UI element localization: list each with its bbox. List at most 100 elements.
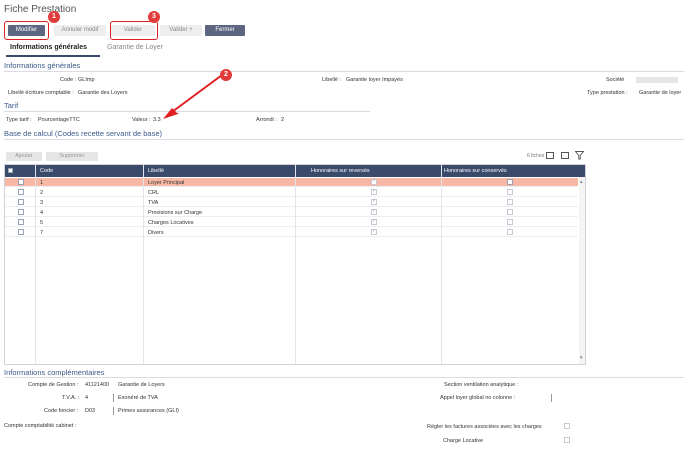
- code-label: Code :: [60, 77, 77, 83]
- code-foncier-field-separator: [113, 407, 114, 415]
- section-ventilation-label: Section ventilation analytique :: [444, 382, 519, 388]
- row-checkbox[interactable]: [18, 209, 24, 215]
- type-tarif-label: Type tarif :: [6, 117, 32, 123]
- supprimer-button[interactable]: Supprimer: [46, 152, 98, 161]
- compte-cabinet-label: Compte comptabilité cabinet :: [4, 423, 77, 429]
- tab-garantie-de-loyer[interactable]: Garantie de Loyer: [107, 44, 163, 51]
- regler-factures-label: Régler les factures associées avec les c…: [427, 424, 542, 430]
- ajouter-button[interactable]: Ajouter: [6, 152, 42, 161]
- column-divider: [295, 165, 296, 364]
- appel-loyer-field[interactable]: [551, 394, 552, 402]
- tva-value: Exonéré de TVA: [118, 395, 158, 401]
- charge-locative-label: Charge Locative: [443, 438, 484, 444]
- scroll-up-icon[interactable]: ▴: [580, 179, 583, 185]
- arrondi-label: Arrondi :: [256, 117, 277, 123]
- type-prestation-value: Garantie de loyer: [639, 90, 682, 96]
- scroll-down-icon[interactable]: ▾: [580, 355, 583, 361]
- fermer-button[interactable]: Fermer: [205, 25, 245, 36]
- code-foncier-code: D03: [85, 408, 96, 414]
- row-libelle: CRL: [148, 189, 160, 196]
- libelle-label: Libellé :: [322, 77, 341, 83]
- valider-plus-button[interactable]: Valider +: [160, 25, 202, 36]
- export-icon[interactable]: [546, 152, 554, 159]
- section-informations-generales: Informations générales: [4, 61, 81, 70]
- filter-icon[interactable]: [575, 151, 584, 160]
- charge-locative-checkbox[interactable]: [564, 437, 570, 443]
- table-row[interactable]: 7 Divers: [5, 228, 578, 237]
- col-code: Code: [40, 168, 54, 174]
- libelle-value: Garantie loyer Impayés: [346, 77, 403, 83]
- highlight-box-1: [4, 21, 49, 40]
- row-checkbox[interactable]: [18, 189, 24, 195]
- select-all-checkbox[interactable]: [8, 168, 13, 173]
- active-tab-indicator: [6, 55, 100, 57]
- row-code: 4: [40, 209, 44, 216]
- row-checkbox[interactable]: [18, 219, 24, 225]
- columns-icon[interactable]: [561, 152, 569, 159]
- reverses-checkbox[interactable]: [371, 208, 377, 215]
- column-divider: [143, 165, 144, 364]
- section-informations-complementaires: Informations complémentaires: [4, 368, 105, 377]
- section-tarif: Tarif: [4, 101, 19, 110]
- step-badge-3: 3: [148, 11, 160, 23]
- tva-label: T.V.A. :: [62, 395, 80, 401]
- complement-divider: [4, 377, 684, 378]
- table-row[interactable]: 2 CRL: [5, 188, 578, 197]
- row-code: 5: [40, 219, 44, 226]
- reverses-checkbox[interactable]: [371, 198, 377, 205]
- row-code: 1: [40, 179, 44, 186]
- row-code: 7: [40, 229, 44, 236]
- row-libelle: Provisions sur Charge: [148, 209, 203, 216]
- annuler-modif-button[interactable]: Annuler modif: [54, 25, 106, 36]
- conserves-checkbox[interactable]: [507, 179, 513, 185]
- table-row[interactable]: 3 TVA: [5, 198, 578, 207]
- code-foncier-value: Primes assurances (GLI): [118, 408, 179, 414]
- societe-value-redacted: [636, 77, 678, 83]
- col-honoraires-conserves: Honoraires sur conservés: [444, 168, 507, 174]
- compte-gestion-label: Compte de Gestion :: [28, 382, 79, 388]
- row-libelle: Divers: [148, 229, 164, 236]
- regler-factures-checkbox[interactable]: [564, 423, 570, 429]
- appel-loyer-label: Appel loyer global no colonne :: [440, 395, 516, 401]
- reverses-checkbox[interactable]: [371, 218, 377, 225]
- column-divider: [441, 165, 442, 364]
- type-tarif-value: PourcentageTTC: [38, 117, 80, 123]
- row-code: 3: [40, 199, 44, 206]
- societe-label: Société: [606, 77, 625, 83]
- highlight-box-3: [110, 21, 158, 40]
- row-code: 2: [40, 189, 44, 196]
- libelle-ecriture-label: Libellé écriture comptable :: [8, 90, 74, 96]
- table-row[interactable]: 4 Provisions sur Charge: [5, 208, 578, 217]
- compte-gestion-code: 41121400: [85, 382, 110, 388]
- libelle-ecriture-value: Garantie des Loyers: [78, 90, 128, 96]
- compte-gestion-value: Garantie de Loyers: [118, 382, 165, 388]
- type-prestation-label: Type prestation :: [587, 90, 628, 96]
- section-divider: [4, 71, 684, 72]
- step-badge-2: 2: [220, 69, 232, 81]
- reverses-checkbox[interactable]: [371, 228, 377, 235]
- conserves-checkbox[interactable]: [507, 199, 513, 205]
- section-base-de-calcul: Base de calcul (Codes recette servant de…: [4, 129, 163, 138]
- conserves-checkbox[interactable]: [507, 229, 513, 235]
- table-row[interactable]: 5 Charges Locatives: [5, 218, 578, 227]
- conserves-checkbox[interactable]: [507, 219, 513, 225]
- table-row[interactable]: 1 Loyer Principal: [5, 178, 578, 187]
- row-checkbox[interactable]: [18, 179, 24, 185]
- base-divider: [4, 139, 684, 140]
- conserves-checkbox[interactable]: [507, 209, 513, 215]
- arrondi-value: 2: [281, 117, 285, 123]
- reverses-checkbox[interactable]: [371, 188, 377, 195]
- table-scrollbar[interactable]: ▴ ▾: [579, 177, 585, 364]
- tab-informations-generales[interactable]: Informations générales: [10, 44, 87, 51]
- code-value: GLImp: [78, 77, 95, 83]
- row-checkbox[interactable]: [18, 229, 24, 235]
- conserves-checkbox[interactable]: [507, 189, 513, 195]
- reverses-checkbox[interactable]: [371, 178, 377, 185]
- column-divider: [35, 165, 36, 364]
- col-libelle: Libellé: [148, 168, 164, 174]
- page-title: Fiche Prestation: [4, 4, 77, 15]
- valeur-label: Valeur :: [132, 117, 151, 123]
- row-libelle: Loyer Principal: [148, 179, 185, 186]
- step-badge-1: 1: [48, 11, 60, 23]
- row-checkbox[interactable]: [18, 199, 24, 205]
